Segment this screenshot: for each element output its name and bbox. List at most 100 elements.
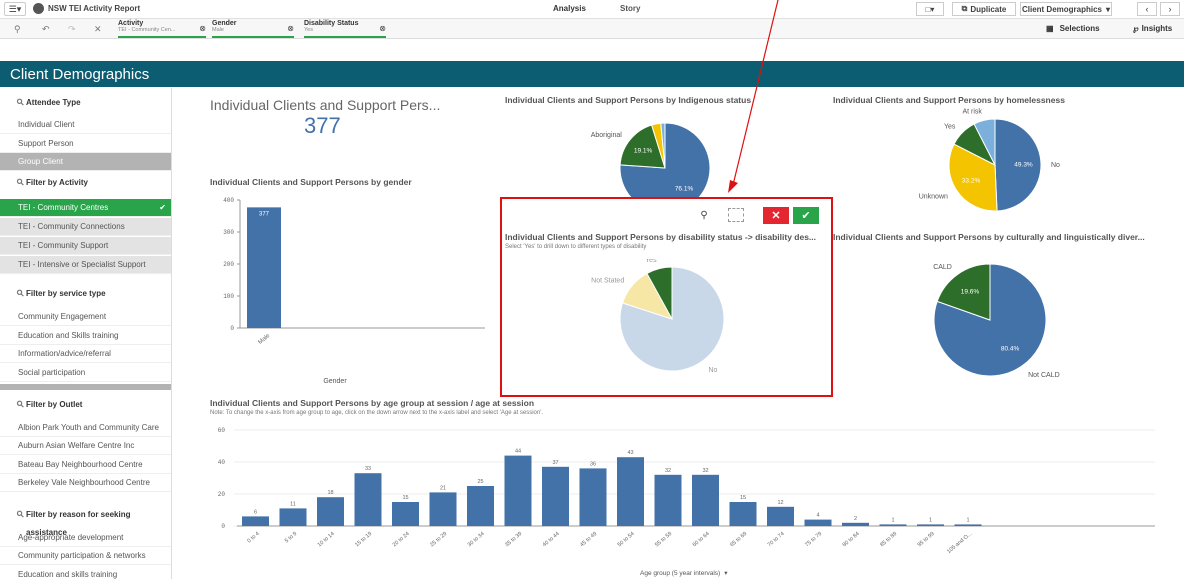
filter-item[interactable]: Group Client [0,153,171,171]
slice-category-label: Yes [645,259,657,264]
x-tick-label: 20 to 24 [392,531,411,548]
homeless-chart-title: Individual Clients and Support Persons b… [833,95,1065,105]
selections-button[interactable]: ▦ Selections [1046,24,1100,33]
chip-field: Gender [212,20,237,27]
filter-scrollbar[interactable] [0,384,171,390]
gender-chart[interactable]: 0 100 200 300 400 377 Male Gender [205,190,495,390]
chip-close-icon[interactable]: ⊗ [379,24,386,33]
disability-pie[interactable]: No Not Stated Yes [562,259,802,389]
x-tick-label: 60 to 64 [692,531,711,548]
chip-close-icon[interactable]: ⊗ [287,24,294,33]
bar [729,502,757,526]
bar [954,524,982,526]
filter-item[interactable]: Community Engagement [0,308,171,326]
slice-category-label: No [708,367,717,374]
indigenous-chart-title: Individual Clients and Support Persons b… [505,95,752,105]
bar [354,473,382,526]
y-tick-label: 0 [230,325,234,332]
app-title[interactable]: NSW TEI Activity Report [48,4,140,13]
duplicate-icon: ⧉ [961,4,968,13]
bar-value-label: 25 [477,479,483,485]
indigenous-pie[interactable]: 76.1% 19.1% Aboriginal [560,110,760,200]
x-tick-label: 15 to 19 [354,531,373,548]
y-tick-label: 300 [223,229,234,236]
filter-item[interactable]: Information/advice/referral [0,345,171,363]
bookmark-button[interactable]: □▾ [916,2,944,16]
kpi-title: Individual Clients and Support Pers... [210,97,441,113]
prev-sheet-button[interactable]: ‹ [1137,2,1157,16]
filter-header-reason[interactable]: Filter by reason for seeking assistance [0,506,171,537]
filter-item[interactable]: TEI - Community Support [0,237,171,255]
x-tick-label: 40 to 44 [542,531,561,548]
filter-item[interactable]: Social participation [0,364,171,382]
chip-field: Disability Status [304,20,359,27]
filter-item[interactable]: Albion Park Youth and Community Care [0,419,171,437]
filter-item[interactable]: Education and Skills training [0,327,171,345]
select-area-icon[interactable] [728,208,744,222]
bar [467,486,494,526]
top-toolbar: ☰▾ NSW TEI Activity Report Analysis Stor… [0,0,1184,19]
chip-value: TEI - Community Cen... [118,27,176,33]
filter-item[interactable]: Individual Client [0,116,171,134]
sheet-selector[interactable]: Client Demographics ▾ [1020,2,1112,16]
tab-analysis[interactable]: Analysis [553,4,586,13]
bar [504,455,532,526]
chip-field: Activity [118,20,144,27]
bar-value-label: 2 [854,516,857,522]
clear-all-icon[interactable]: ✕ [94,24,102,35]
chip-close-icon[interactable]: ⊗ [199,24,206,33]
x-tick-label: 0 to 4 [246,531,260,544]
y-tick-label: 100 [223,293,234,300]
bar-value-label: 18 [327,490,333,496]
check-icon: ✔ [159,203,166,212]
homeless-pie[interactable]: 49.3% No 33.2% Unknown Yes At risk [880,107,1080,217]
filter-item[interactable]: TEI - Intensive or Specialist Support [0,256,171,274]
cancel-selection-button[interactable]: ✕ [763,207,789,224]
filter-item[interactable]: Berkeley Vale Neighbourhood Centre [0,474,171,492]
filter-item-label: TEI - Community Centres [18,203,109,212]
bar-value-label: 37 [552,460,558,466]
filter-header-service[interactable]: Filter by service type [0,285,171,303]
insights-button[interactable]: ℘ Insights [1133,24,1172,33]
smart-search-icon[interactable]: ⚲ [14,24,21,35]
lasso-icon[interactable]: ⚲ [696,208,712,222]
filter-item[interactable]: Age-appropriate development [0,529,171,547]
filter-item[interactable]: Education and skills training [0,566,171,579]
bar-value-label: 33 [365,466,371,472]
disability-chart-panel[interactable]: ⚲ ✕ ✔ Individual Clients and Support Per… [500,197,833,397]
bar-value-label: 4 [816,513,819,519]
slice-value-label: 80.4% [1001,345,1020,352]
selection-chip-disability[interactable]: Disability Status Yes ⊗ [304,20,386,38]
bar [767,506,794,526]
cald-pie[interactable]: 80.4% Not CALD 19.6% CALD [900,255,1090,380]
filter-header-attendee[interactable]: Attendee Type [0,94,171,112]
confirm-selection-button[interactable]: ✔ [793,207,819,224]
filter-header-outlet[interactable]: Filter by Outlet [0,396,171,414]
duplicate-button[interactable]: ⧉ Duplicate [952,2,1016,16]
filter-item[interactable]: TEI - Community Connections [0,218,171,236]
x-tick-label: 55 to 59 [654,531,673,548]
filter-item[interactable]: Support Person [0,135,171,153]
menu-button[interactable]: ☰▾ [4,2,26,16]
age-chart[interactable]: 020406060 to 4115 to 91810 to 143315 to … [205,418,1170,566]
chevron-down-icon: ▾ [724,570,728,577]
x-tick-label: 5 to 9 [284,531,298,544]
x-tick-label: 70 to 74 [767,531,786,548]
step-forward-icon[interactable]: ↷ [68,24,76,35]
filter-item[interactable]: Auburn Asian Welfare Centre Inc [0,437,171,455]
next-sheet-button[interactable]: › [1160,2,1180,16]
tab-story[interactable]: Story [620,4,640,13]
x-tick-label: 35 to 39 [504,531,523,548]
filter-item[interactable]: Community participation & networks [0,547,171,565]
bar-value-label: 1 [966,517,969,523]
filter-item-selected[interactable]: TEI - Community Centres ✔ [0,199,171,217]
selection-chip-gender[interactable]: Gender Male ⊗ [212,20,294,38]
filter-header-activity[interactable]: Filter by Activity [0,174,171,192]
selections-bar: ⚲ ↶ ↷ ✕ Activity TEI - Community Cen... … [0,19,1184,39]
age-xaxis-label[interactable]: Age group (5 year intervals) ▾ [640,569,727,577]
selection-chip-activity[interactable]: Activity TEI - Community Cen... ⊗ [118,20,206,38]
filter-item[interactable]: Bateau Bay Neighbourhood Centre [0,456,171,474]
slice-value-label: 49.3% [1014,161,1033,168]
step-back-icon[interactable]: ↶ [42,24,50,35]
y-tick-label: 20 [218,491,226,498]
